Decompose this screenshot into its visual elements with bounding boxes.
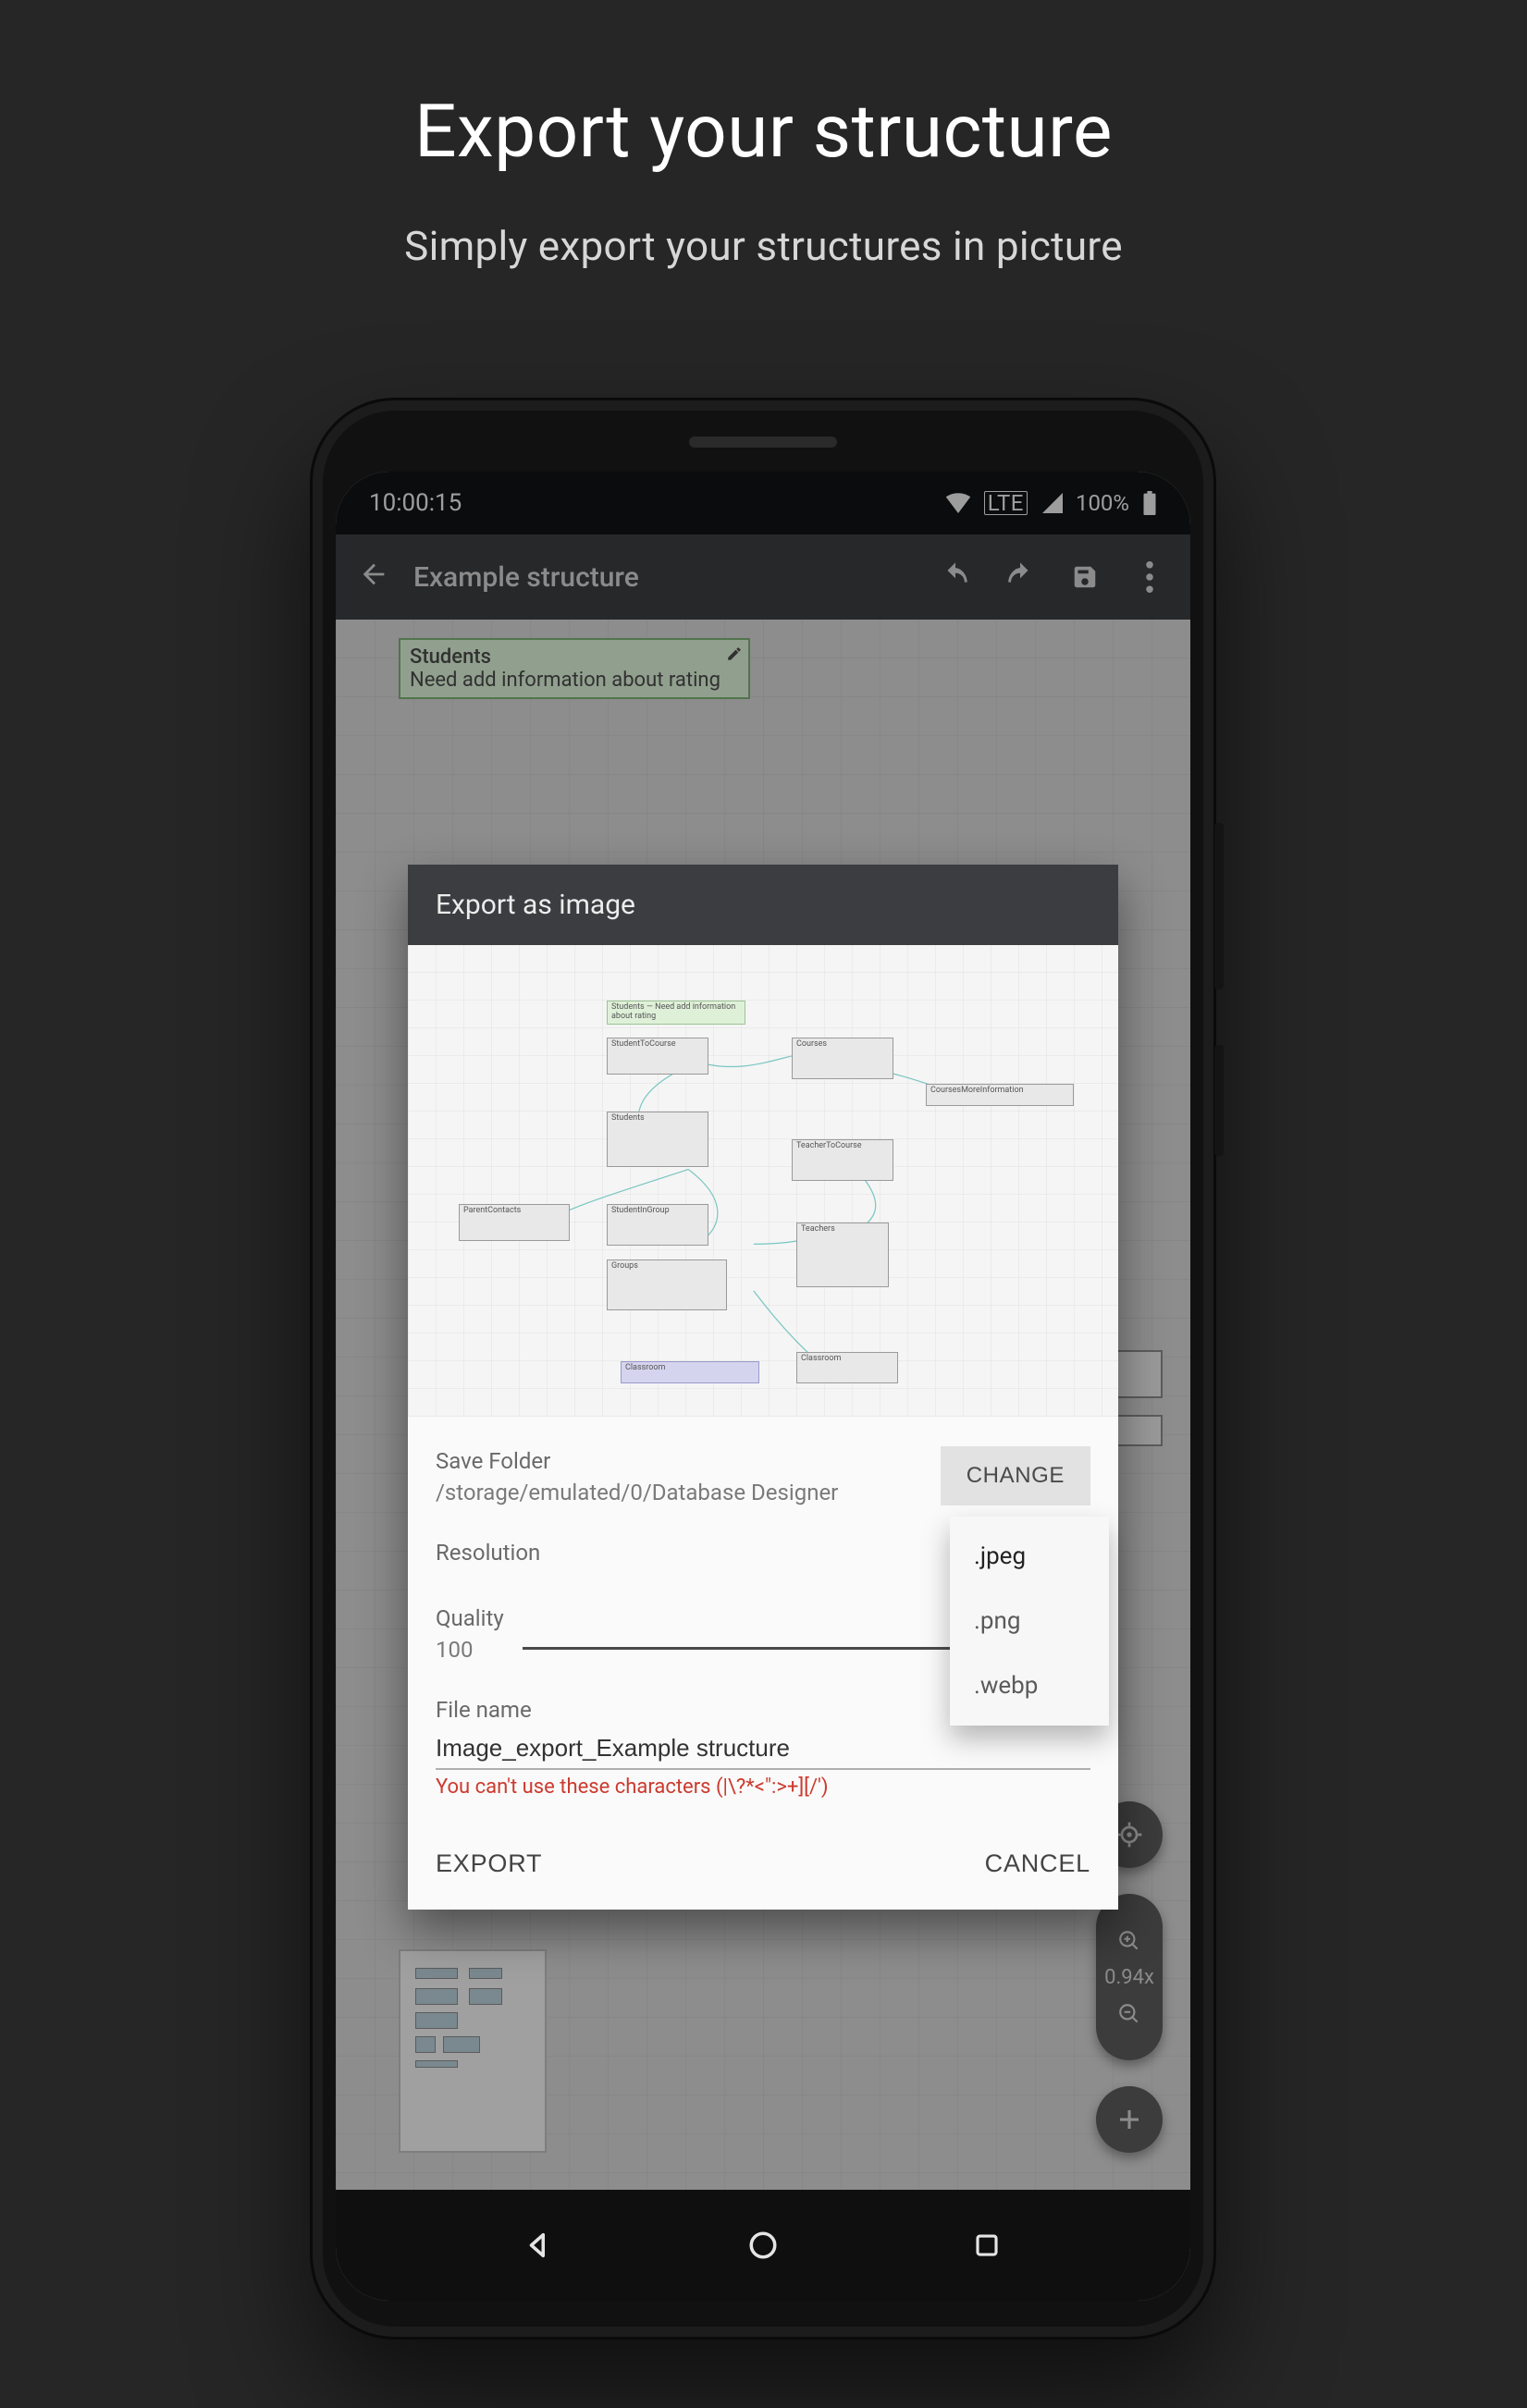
preview-node: Classroom: [796, 1352, 898, 1383]
export-modal: Export as image: [408, 865, 1118, 1910]
resolution-option-webp[interactable]: .webp: [950, 1653, 1109, 1718]
preview-node: Classroom: [621, 1361, 759, 1383]
preview-node: StudentInGroup: [607, 1204, 708, 1246]
filename-error: You can't use these characters (|\?*<":>…: [436, 1775, 1090, 1799]
change-folder-button[interactable]: CHANGE: [941, 1446, 1090, 1505]
filename-input[interactable]: [436, 1728, 1090, 1770]
preview-node: Teachers: [796, 1222, 889, 1287]
preview-node: ParentContacts: [459, 1204, 570, 1241]
nav-back[interactable]: [519, 2225, 560, 2266]
android-navbar: [336, 2190, 1190, 2301]
modal-title: Export as image: [408, 865, 1118, 945]
export-button[interactable]: EXPORT: [436, 1849, 542, 1878]
quality-value: 100: [436, 1637, 504, 1663]
preview-node-students-note: Students — Need add information about ra…: [607, 1001, 745, 1025]
cancel-button[interactable]: CANCEL: [985, 1849, 1090, 1878]
phone-side-button: [1214, 1045, 1224, 1156]
phone-speaker: [689, 436, 837, 448]
phone-side-button: [1214, 823, 1224, 989]
preview-node: StudentToCourse: [607, 1038, 708, 1075]
resolution-option-png[interactable]: .png: [950, 1589, 1109, 1653]
export-preview: Students — Need add information about ra…: [408, 945, 1118, 1417]
preview-node: CoursesMoreInformation: [926, 1084, 1074, 1106]
resolution-dropdown-menu: .jpeg .png .webp: [950, 1517, 1109, 1726]
preview-node: Courses: [792, 1038, 893, 1079]
phone-screen: 10:00:15 LTE 100% Example structure: [336, 472, 1190, 2301]
preview-node: Students: [607, 1112, 708, 1167]
marketing-subtitle: Simply export your structures in picture: [0, 222, 1527, 270]
nav-recents[interactable]: [967, 2225, 1007, 2266]
save-folder-path: /storage/emulated/0/Database Designer: [436, 1480, 941, 1505]
resolution-label: Resolution: [436, 1540, 1009, 1566]
preview-node: Groups: [607, 1259, 727, 1310]
save-folder-label: Save Folder: [436, 1448, 941, 1474]
preview-node: TeacherToCourse: [792, 1139, 893, 1181]
phone-frame: 10:00:15 LTE 100% Example structure: [310, 398, 1216, 2340]
marketing-title: Export your structure: [0, 88, 1527, 175]
nav-home[interactable]: [743, 2225, 783, 2266]
resolution-option-jpeg[interactable]: .jpeg: [950, 1524, 1109, 1589]
quality-label: Quality: [436, 1605, 504, 1631]
